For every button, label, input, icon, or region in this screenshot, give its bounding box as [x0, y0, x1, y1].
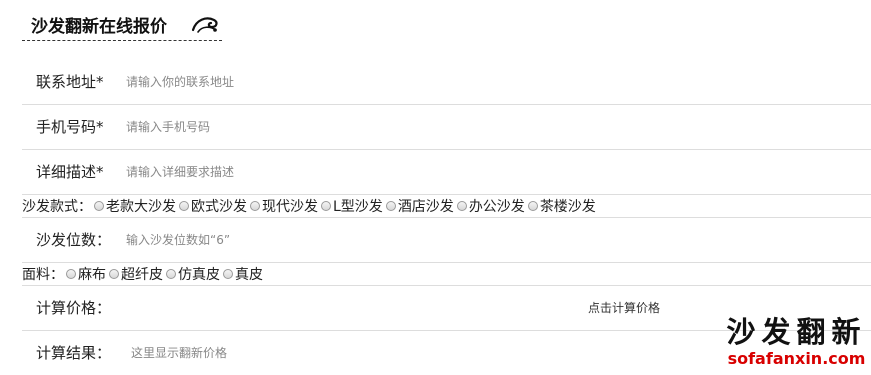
radio-icon[interactable] — [166, 269, 176, 279]
watermark-logo: 沙发翻新 sofafanxin.com — [722, 314, 871, 368]
sofa-style-row: 沙发款式： 老款大沙发 欧式沙发 现代沙发 L型沙发 酒店沙发 办公沙发 茶楼沙… — [22, 195, 871, 218]
result-value: 这里显示翻新价格 — [131, 346, 228, 360]
phone-row: 手机号码* — [22, 105, 871, 150]
result-label: 计算结果： — [36, 344, 112, 362]
calculate-price-button[interactable]: 点击计算价格 — [588, 286, 660, 330]
radio-icon[interactable] — [223, 269, 233, 279]
seats-row: 沙发位数： — [22, 218, 871, 263]
description-input[interactable] — [126, 160, 546, 184]
seats-label: 沙发位数： — [36, 231, 112, 249]
style-option-l-shape[interactable]: L型沙发 — [321, 196, 383, 216]
radio-icon[interactable] — [321, 201, 331, 211]
seats-input[interactable] — [126, 228, 546, 252]
radio-icon[interactable] — [527, 201, 538, 211]
watermark-cn: 沙发翻新 — [726, 315, 867, 349]
address-row: 联系地址* — [22, 60, 871, 105]
radio-icon[interactable] — [109, 269, 119, 279]
watermark-url: sofafanxin.com — [727, 349, 866, 368]
radio-icon[interactable] — [385, 201, 396, 211]
phone-input[interactable] — [126, 115, 546, 139]
material-option-microfiber[interactable]: 超纤皮 — [109, 264, 163, 284]
radio-icon[interactable] — [66, 269, 76, 279]
material-option-linen[interactable]: 麻布 — [66, 264, 106, 284]
style-option-modern[interactable]: 现代沙发 — [250, 196, 318, 216]
material-option-faux-leather[interactable]: 仿真皮 — [166, 264, 220, 284]
material-row: 面料： 麻布 超纤皮 仿真皮 真皮 — [22, 263, 871, 286]
phone-label: 手机号码* — [36, 118, 104, 136]
style-option-teahouse[interactable]: 茶楼沙发 — [527, 196, 596, 216]
style-option-european[interactable]: 欧式沙发 — [179, 196, 247, 216]
radio-icon[interactable] — [179, 201, 189, 211]
address-label: 联系地址* — [36, 73, 104, 91]
description-row: 详细描述* — [22, 150, 871, 195]
sofa-swirl-icon — [191, 17, 218, 33]
description-label: 详细描述* — [36, 163, 104, 181]
style-option-old-large[interactable]: 老款大沙发 — [94, 196, 176, 216]
style-option-office[interactable]: 办公沙发 — [456, 196, 525, 216]
style-option-hotel[interactable]: 酒店沙发 — [385, 196, 454, 216]
radio-icon[interactable] — [94, 201, 104, 211]
page-title: 沙发翻新在线报价 — [31, 17, 167, 37]
radio-icon[interactable] — [456, 201, 467, 211]
radio-icon[interactable] — [250, 201, 260, 211]
material-label: 面料： — [22, 267, 64, 283]
address-input[interactable] — [126, 70, 546, 94]
material-option-leather[interactable]: 真皮 — [223, 264, 263, 284]
sofa-style-label: 沙发款式： — [22, 199, 92, 215]
form-header: 沙发翻新在线报价 — [22, 8, 222, 41]
calc-label: 计算价格： — [36, 299, 112, 317]
